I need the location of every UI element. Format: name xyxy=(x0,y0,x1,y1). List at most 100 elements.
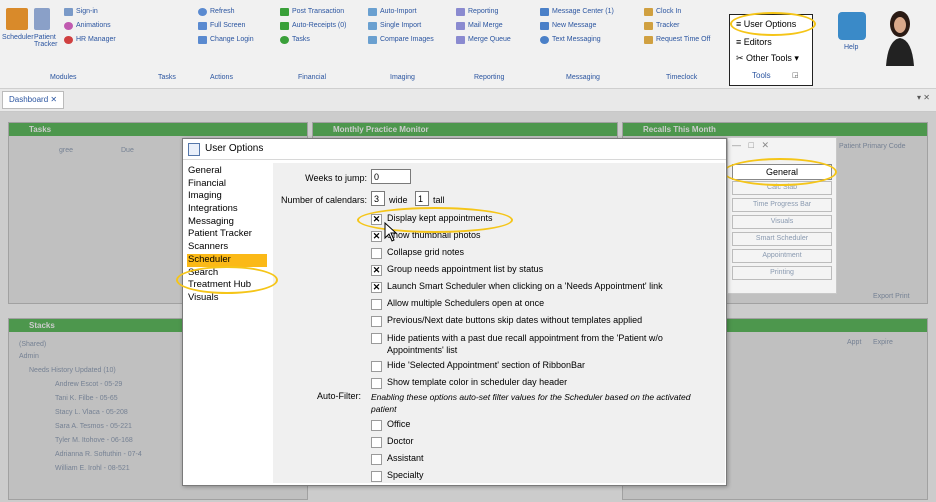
option-label: Hide 'Selected Appointment' section of R… xyxy=(387,360,586,370)
full-screen-icon[interactable] xyxy=(198,22,207,30)
tab-strip: Dashboard ✕ ▾ ✕ xyxy=(0,89,936,112)
side-btn-printing[interactable]: Printing xyxy=(732,266,832,280)
refresh-icon[interactable] xyxy=(198,8,207,16)
ribbon-refresh[interactable]: Refresh xyxy=(210,8,235,15)
highlight-display-kept xyxy=(357,207,513,233)
group-reporting-label: Reporting xyxy=(474,74,505,81)
help-icon[interactable] xyxy=(838,12,866,40)
ribbon-message-center[interactable]: Message Center (1) xyxy=(552,8,614,15)
group-actions-label: Actions xyxy=(210,74,233,81)
highlight-general xyxy=(723,158,837,186)
number-of-calendars-label: Number of calendars: xyxy=(280,195,367,205)
calendars-tall-input[interactable]: 1 xyxy=(415,191,429,206)
request-time-off-icon[interactable] xyxy=(644,36,653,44)
ribbon-help[interactable]: Help xyxy=(844,44,858,51)
option-checkbox[interactable]: ✕ xyxy=(371,282,382,293)
dialog-title: User Options xyxy=(205,143,264,154)
option-checkbox[interactable] xyxy=(371,248,382,259)
ribbon-tasks[interactable]: Tasks xyxy=(292,36,310,43)
nav-scanners[interactable]: Scanners xyxy=(187,241,267,254)
tracker-icon[interactable] xyxy=(644,22,653,30)
tasks-icon[interactable] xyxy=(280,36,289,44)
dialog-launcher-icon[interactable]: ◲ xyxy=(792,71,799,79)
nav-imaging[interactable]: Imaging xyxy=(187,190,267,203)
weeks-to-jump-input[interactable]: 0 xyxy=(371,169,411,184)
ribbon-reporting[interactable]: Reporting xyxy=(468,8,498,15)
side-btn-appointment[interactable]: Appointment xyxy=(732,249,832,263)
other-tools-button[interactable]: ✂ Other Tools ▾ xyxy=(736,53,799,64)
mail-merge-icon[interactable] xyxy=(456,22,465,30)
hr-manager-icon[interactable] xyxy=(64,36,73,44)
auto-receipts-icon[interactable] xyxy=(280,22,289,30)
ribbon-tracker[interactable]: Tracker xyxy=(656,22,679,29)
calendars-wide-input[interactable]: 3 xyxy=(371,191,385,206)
filter-checkbox[interactable] xyxy=(371,420,382,431)
filter-checkbox[interactable] xyxy=(371,471,382,482)
option-checkbox[interactable] xyxy=(371,361,382,372)
filter-label: Specialty xyxy=(387,470,424,480)
ribbon-sign-in[interactable]: Sign-in xyxy=(76,8,98,15)
side-btn-time-progress-bar[interactable]: Time Progress Bar xyxy=(732,198,832,212)
post-transaction-icon[interactable] xyxy=(280,8,289,16)
auto-import-icon[interactable] xyxy=(368,8,377,16)
filter-checkbox[interactable] xyxy=(371,454,382,465)
ribbon-scheduler[interactable]: Scheduler xyxy=(2,34,34,41)
nav-integrations[interactable]: Integrations xyxy=(187,203,267,216)
ribbon-text-messaging[interactable]: Text Messaging xyxy=(552,36,601,43)
ribbon-clock-in[interactable]: Clock In xyxy=(656,8,681,15)
filter-label: Doctor xyxy=(387,436,414,446)
ribbon-hr-manager[interactable]: HR Manager xyxy=(76,36,116,43)
tab-dashboard[interactable]: Dashboard ✕ xyxy=(2,91,65,109)
ribbon-single-import[interactable]: Single Import xyxy=(380,22,421,29)
compare-images-icon[interactable] xyxy=(368,36,377,44)
message-center-icon[interactable] xyxy=(540,8,549,16)
option-label: Collapse grid notes xyxy=(387,247,465,257)
ribbon-request-time-off[interactable]: Request Time Off xyxy=(656,36,710,43)
option-checkbox[interactable]: ✕ xyxy=(371,265,382,276)
filter-checkbox[interactable] xyxy=(371,437,382,448)
pin-close-icon[interactable]: ▾ ✕ xyxy=(917,93,930,102)
nav-financial[interactable]: Financial xyxy=(187,178,267,191)
ribbon-post-transaction[interactable]: Post Transaction xyxy=(292,8,344,15)
window-controls[interactable]: — □ ✕ xyxy=(732,140,769,151)
new-message-icon[interactable] xyxy=(540,22,549,30)
side-btn-visuals[interactable]: Visuals xyxy=(732,215,832,229)
option-checkbox[interactable] xyxy=(371,378,382,389)
nav-general[interactable]: General xyxy=(187,165,267,178)
option-checkbox[interactable] xyxy=(371,299,382,310)
avatar xyxy=(884,6,916,66)
group-imaging-label: Imaging xyxy=(390,74,415,81)
scheduler-icon[interactable] xyxy=(6,8,28,30)
ribbon-new-message[interactable]: New Message xyxy=(552,22,596,29)
option-checkbox[interactable] xyxy=(371,316,382,327)
filter-label: Assistant xyxy=(387,453,424,463)
patient-tracker-icon[interactable] xyxy=(34,8,50,30)
auto-filter-label: Auto-Filter: xyxy=(317,391,362,401)
highlight-user-options xyxy=(730,12,816,36)
clock-in-icon[interactable] xyxy=(644,8,653,16)
nav-messaging[interactable]: Messaging xyxy=(187,216,267,229)
animations-icon[interactable] xyxy=(64,22,73,30)
ribbon-merge-queue[interactable]: Merge Queue xyxy=(468,36,511,43)
editors-button[interactable]: ≡ Editors xyxy=(736,37,772,47)
filter-label: Office xyxy=(387,419,411,429)
text-messaging-icon[interactable] xyxy=(540,36,549,44)
ribbon-compare-images[interactable]: Compare Images xyxy=(380,36,434,43)
ribbon-animations[interactable]: Animations xyxy=(76,22,111,29)
nav-scheduler[interactable]: Scheduler xyxy=(187,253,267,267)
single-import-icon[interactable] xyxy=(368,22,377,30)
ribbon-auto-import[interactable]: Auto-Import xyxy=(380,8,417,15)
nav-patient-tracker[interactable]: Patient Tracker xyxy=(187,228,267,241)
ribbon-change-login[interactable]: Change Login xyxy=(210,36,254,43)
reporting-icon[interactable] xyxy=(456,8,465,16)
merge-queue-icon[interactable] xyxy=(456,36,465,44)
option-checkbox[interactable] xyxy=(371,333,382,344)
sign-in-icon[interactable] xyxy=(64,8,73,16)
ribbon-auto-receipts[interactable]: Auto-Receipts (0) xyxy=(292,22,346,29)
ribbon-patient-tracker[interactable]: Patient Tracker xyxy=(34,34,60,48)
side-btn-smart-scheduler[interactable]: Smart Scheduler xyxy=(732,232,832,246)
change-login-icon[interactable] xyxy=(198,36,207,44)
ribbon-full-screen[interactable]: Full Screen xyxy=(210,22,245,29)
option-checkbox[interactable]: ✕ xyxy=(371,231,382,242)
ribbon-mail-merge[interactable]: Mail Merge xyxy=(468,22,503,29)
